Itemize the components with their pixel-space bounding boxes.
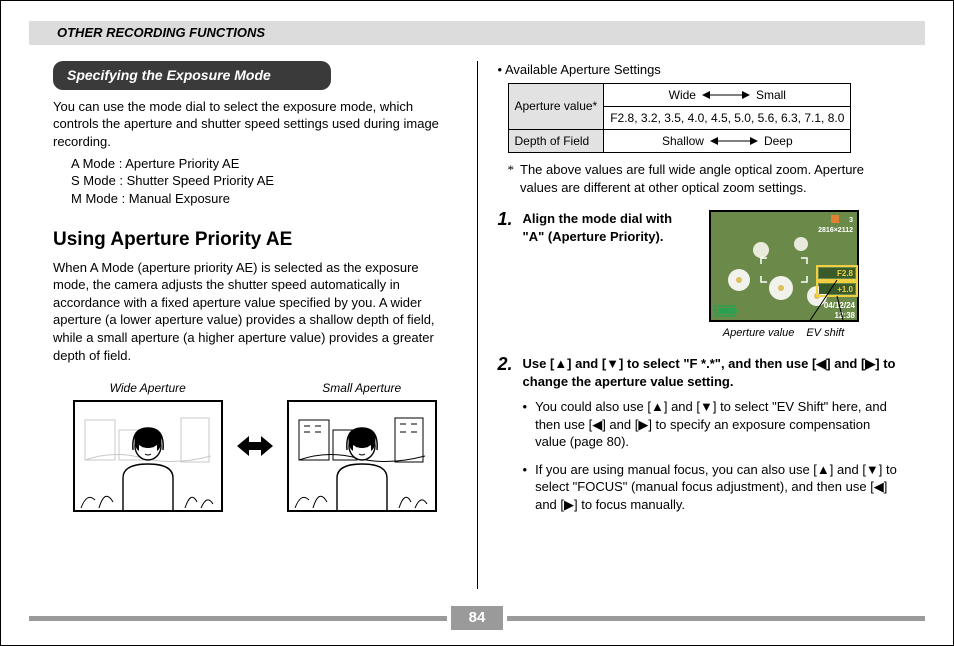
page-footer: 84 bbox=[29, 609, 925, 627]
step-2-bullet-2: If you are using manual focus, you can a… bbox=[523, 461, 901, 514]
procedure-steps: 1 Align the mode dial with "A" (Aperture… bbox=[498, 210, 902, 523]
row-dof-label: Depth of Field bbox=[508, 129, 604, 152]
shallow-label: Shallow bbox=[662, 133, 704, 149]
row-aperture-label: Aperture value* bbox=[508, 83, 604, 129]
small-aperture-illustration bbox=[287, 400, 437, 512]
left-column: Specifying the Exposure Mode You can use… bbox=[53, 61, 457, 589]
small-label: Small bbox=[756, 87, 786, 103]
mode-m: M Mode : Manual Exposure bbox=[71, 190, 457, 208]
footnote-text: The above values are full wide angle opt… bbox=[520, 161, 901, 196]
row-aperture-values: F2.8, 3.2, 3.5, 4.0, 4.5, 5.0, 5.6, 6.3,… bbox=[604, 106, 851, 129]
footnote: * The above values are full wide angle o… bbox=[508, 161, 902, 196]
step-number: 2 bbox=[498, 355, 513, 523]
range-double-arrow-icon bbox=[702, 90, 750, 100]
two-column-layout: Specifying the Exposure Mode You can use… bbox=[53, 61, 901, 589]
wide-label: Wide bbox=[669, 87, 696, 103]
lcd-caption-aperture: Aperture value bbox=[723, 326, 795, 341]
lcd-screenshot: 3 2816×2112 F2.8 bbox=[709, 210, 859, 322]
page-number: 84 bbox=[451, 606, 504, 630]
aperture-settings-table: Aperture value* Wide Small F2.8, 3.2, 3.… bbox=[508, 83, 852, 154]
subheading: Using Aperture Priority AE bbox=[53, 227, 457, 253]
step-number: 1 bbox=[498, 210, 513, 341]
lcd-count: 3 bbox=[849, 217, 853, 224]
footnote-marker: * bbox=[508, 161, 515, 196]
lcd-resolution: 2816×2112 bbox=[818, 227, 853, 234]
lcd-time: 12:38 bbox=[834, 311, 855, 320]
mode-a: A Mode : Aperture Priority AE bbox=[71, 155, 457, 173]
double-arrow-icon bbox=[237, 434, 273, 458]
lcd-caption-ev: EV shift bbox=[806, 326, 844, 341]
footer-bar-right bbox=[507, 616, 925, 621]
right-column: • Available Aperture Settings Aperture v… bbox=[498, 61, 902, 589]
lcd-preview: 3 2816×2112 F2.8 bbox=[709, 210, 859, 341]
subheading-body: When A Mode (aperture priority AE) is se… bbox=[53, 259, 457, 364]
mode-s: S Mode : Shutter Speed Priority AE bbox=[71, 172, 457, 190]
footer-bar-left bbox=[29, 616, 447, 621]
page-header-band: OTHER RECORDING FUNCTIONS bbox=[29, 21, 925, 45]
small-aperture-caption: Small Aperture bbox=[322, 380, 401, 396]
section-heading-pill: Specifying the Exposure Mode bbox=[53, 61, 331, 90]
manual-page: OTHER RECORDING FUNCTIONS Specifying the… bbox=[0, 0, 954, 646]
wide-aperture-caption: Wide Aperture bbox=[110, 380, 186, 396]
step-2: 2 Use [▲] and [▼] to select "F *.*", and… bbox=[498, 355, 902, 523]
available-settings-heading: • Available Aperture Settings bbox=[498, 61, 902, 79]
lcd-aperture: F2.8 bbox=[837, 269, 854, 278]
row-dof-range: Shallow Deep bbox=[604, 129, 851, 152]
step-1-text: Align the mode dial with "A" (Aperture P… bbox=[523, 210, 693, 245]
range-double-arrow-icon bbox=[710, 136, 758, 146]
step-2-text: Use [▲] and [▼] to select "F *.*", and t… bbox=[523, 355, 901, 390]
step-2-bullets: You could also use [▲] and [▼] to select… bbox=[523, 398, 901, 513]
small-aperture-panel: Small Aperture bbox=[287, 380, 437, 512]
aperture-diagram-row: Wide Aperture bbox=[53, 380, 457, 512]
wide-aperture-illustration bbox=[73, 400, 223, 512]
section-title: OTHER RECORDING FUNCTIONS bbox=[57, 24, 265, 42]
intro-paragraph: You can use the mode dial to select the … bbox=[53, 98, 457, 151]
deep-label: Deep bbox=[764, 133, 793, 149]
row-aperture-range: Wide Small bbox=[604, 83, 851, 106]
lcd-caption-row: Aperture value EV shift bbox=[723, 326, 844, 341]
mode-list: A Mode : Aperture Priority AE S Mode : S… bbox=[71, 155, 457, 208]
lcd-ev: +1.0 bbox=[837, 285, 853, 294]
step-1: 1 Align the mode dial with "A" (Aperture… bbox=[498, 210, 902, 341]
step-2-bullet-1: You could also use [▲] and [▼] to select… bbox=[523, 398, 901, 451]
wide-aperture-panel: Wide Aperture bbox=[73, 380, 223, 512]
column-divider bbox=[477, 61, 478, 589]
